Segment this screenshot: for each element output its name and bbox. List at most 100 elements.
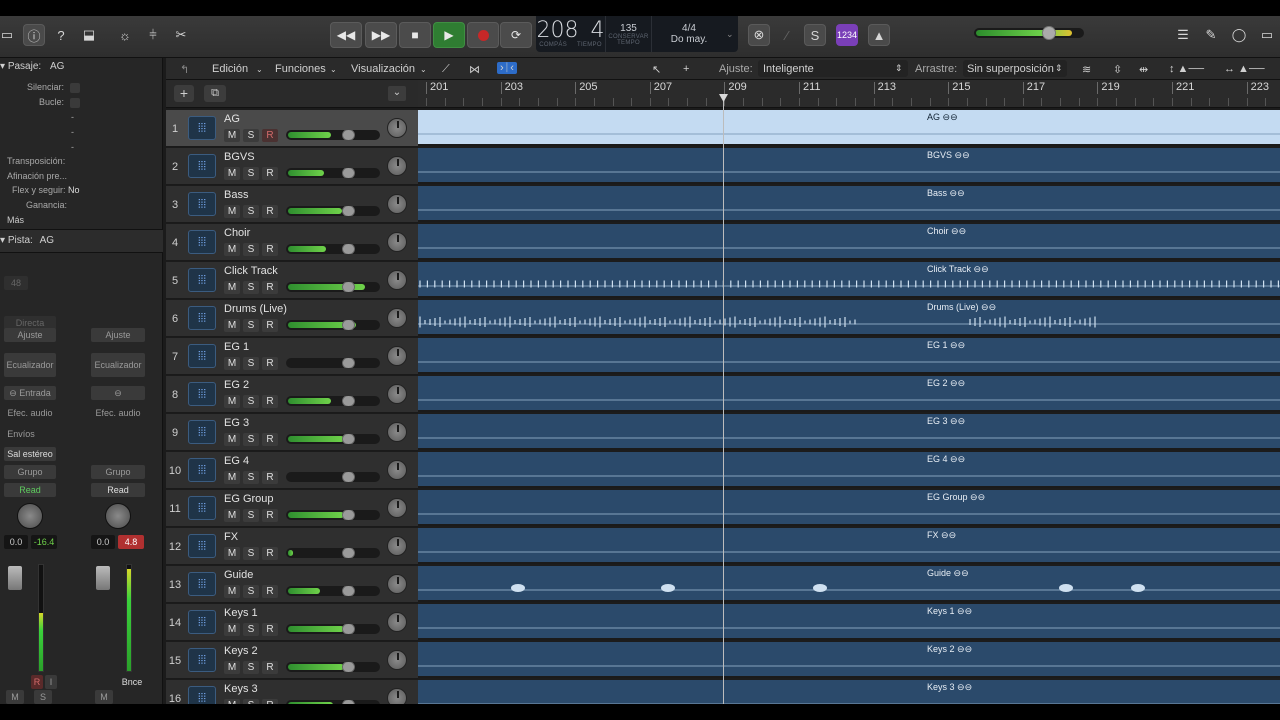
record-enable-button[interactable]: R (262, 471, 278, 484)
functions-menu[interactable]: Funciones (275, 63, 326, 75)
track-volume-fader[interactable] (286, 548, 380, 558)
pan-knob[interactable] (387, 270, 407, 290)
solo-button[interactable]: S (243, 167, 259, 180)
record-enable-button[interactable]: R (262, 547, 278, 560)
library-icon[interactable]: ▭ (0, 24, 18, 46)
lcd-display[interactable]: 208 4 COMPÁS TIEMPO 135 CONSERVAR TEMPO 4/… (536, 16, 738, 52)
audio-fx-1[interactable]: Efec. audio (4, 406, 56, 420)
pan-knob[interactable] (387, 384, 407, 404)
pan-knob[interactable] (387, 498, 407, 518)
track-name[interactable]: Keys 3 (224, 683, 258, 695)
track-volume-fader[interactable] (286, 472, 380, 482)
mute-button[interactable]: M (224, 509, 240, 522)
record-button[interactable] (467, 22, 499, 48)
mute-button[interactable]: M (224, 357, 240, 370)
fader-knob[interactable] (342, 510, 356, 520)
audio-region[interactable]: EG 3 ⊖⊖ (418, 414, 1280, 450)
track-header-row[interactable]: 10 ⦙⦙⦙ EG 4 MSR (166, 452, 418, 489)
loop-checkbox[interactable] (70, 98, 80, 108)
play-button[interactable]: ▶ (433, 22, 465, 48)
smart-controls-icon[interactable]: ☼ (114, 24, 136, 46)
mute-button[interactable]: M (224, 281, 240, 294)
global-tracks-icon[interactable]: ⌄ (388, 86, 406, 101)
transpose-label[interactable]: Transposición: (0, 156, 160, 170)
volume-fader-2[interactable] (96, 566, 110, 590)
fader-knob[interactable] (342, 396, 356, 406)
solo-button[interactable]: S (243, 585, 259, 598)
audio-region[interactable]: EG 1 ⊖⊖ (418, 338, 1280, 374)
mute-button[interactable]: M (224, 129, 240, 142)
solo-button[interactable]: S (243, 129, 259, 142)
audio-region[interactable]: Keys 1 ⊖⊖ (418, 604, 1280, 640)
solo-button[interactable]: S (243, 243, 259, 256)
metronome-icon[interactable]: ▲ (868, 24, 890, 46)
track-volume-fader[interactable] (286, 510, 380, 520)
track-volume-fader[interactable] (286, 320, 380, 330)
solo-button[interactable]: S (243, 547, 259, 560)
more-toggle[interactable]: Más (0, 215, 160, 229)
solo-button[interactable]: S (243, 433, 259, 446)
audio-region[interactable]: Click Track ⊖⊖ (418, 262, 1280, 298)
audio-region[interactable]: FX ⊖⊖ (418, 528, 1280, 564)
toolbar-icon[interactable]: ⬓ (78, 24, 100, 46)
track-header-row[interactable]: 5 ⦙⦙⦙ Click Track M S R (166, 262, 418, 299)
add-track-button[interactable]: + (174, 85, 194, 102)
audio-region[interactable]: EG Group ⊖⊖ (418, 490, 1280, 526)
mute-button-strip2[interactable]: M (95, 690, 113, 704)
pan-knob[interactable] (387, 194, 407, 214)
pointer-tool-icon[interactable]: ↖ (652, 63, 661, 76)
mute-button[interactable]: M (224, 623, 240, 636)
track-name[interactable]: EG 1 (224, 341, 249, 353)
solo-button[interactable]: S (243, 281, 259, 294)
setting-button-1[interactable]: Ajuste (4, 328, 56, 342)
track-header-row[interactable]: 13 ⦙⦙⦙ Guide M S R (166, 566, 418, 603)
mute-checkbox[interactable] (70, 83, 80, 93)
catch-icon[interactable]: ›ᛁ‹ (497, 62, 517, 74)
edit-menu[interactable]: Edición (212, 63, 248, 75)
record-enable-button[interactable]: R (262, 585, 278, 598)
output-button[interactable]: Sal estéreo (4, 447, 56, 461)
track-volume-fader[interactable] (286, 206, 380, 216)
track-name[interactable]: Guide (224, 569, 253, 581)
automation-mode-1[interactable]: Read (4, 483, 56, 497)
fader-knob[interactable] (342, 168, 356, 178)
tuner-icon[interactable]: ∕ (776, 24, 798, 46)
mute-button[interactable]: M (224, 585, 240, 598)
track-volume-fader[interactable] (286, 244, 380, 254)
mute-button[interactable]: M (224, 433, 240, 446)
track-volume-fader[interactable] (286, 168, 380, 178)
audio-region[interactable]: EG 2 ⊖⊖ (418, 376, 1280, 412)
notepad-icon[interactable]: ✎ (1200, 24, 1222, 46)
track-volume-fader[interactable] (286, 282, 380, 292)
group-button-2[interactable]: Grupo (91, 465, 145, 479)
solo-button[interactable]: S (243, 623, 259, 636)
audio-region[interactable]: EG 4 ⊖⊖ (418, 452, 1280, 488)
track-name[interactable]: Keys 2 (224, 645, 258, 657)
solo-button[interactable]: S (243, 205, 259, 218)
pan-knob[interactable] (387, 460, 407, 480)
pan-knob[interactable] (387, 574, 407, 594)
record-enable-button[interactable]: R (262, 205, 278, 218)
track-header-row[interactable]: 14 ⦙⦙⦙ Keys 1 MSR (166, 604, 418, 641)
loop-browser-icon[interactable]: ◯ (1228, 24, 1250, 46)
record-enable-button[interactable]: R (262, 509, 278, 522)
record-enable-button[interactable]: R (262, 395, 278, 408)
track-volume-fader[interactable] (286, 586, 380, 596)
mixer-icon[interactable]: ⫩ (142, 24, 164, 46)
record-enable-button[interactable]: R (262, 433, 278, 446)
solo-button[interactable]: S (243, 357, 259, 370)
track-header-row[interactable]: 9 ⦙⦙⦙ EG 3 MSR (166, 414, 418, 451)
pan-knob[interactable] (387, 650, 407, 670)
automation-mode-2[interactable]: Read (91, 483, 145, 497)
track-header-row[interactable]: 12 ⦙⦙⦙ FX M S R (166, 528, 418, 565)
record-enable-button[interactable]: R (262, 357, 278, 370)
track-header-row[interactable]: 6 ⦙⦙⦙ Drums (Live) M S R (166, 300, 418, 337)
fader-knob[interactable] (342, 548, 356, 558)
audio-region[interactable]: Keys 3 ⊖⊖ (418, 680, 1280, 704)
fast-forward-button[interactable]: ▶▶ (365, 22, 397, 48)
mute-button-strip1[interactable]: M (6, 690, 24, 704)
track-name[interactable]: EG Group (224, 493, 274, 505)
track-header-row[interactable]: 1 ⦙⦙⦙ AG M S R (166, 110, 418, 147)
count-in-button[interactable]: 1234 (836, 24, 858, 46)
track-header-row[interactable]: 15 ⦙⦙⦙ Keys 2 MSR (166, 642, 418, 679)
